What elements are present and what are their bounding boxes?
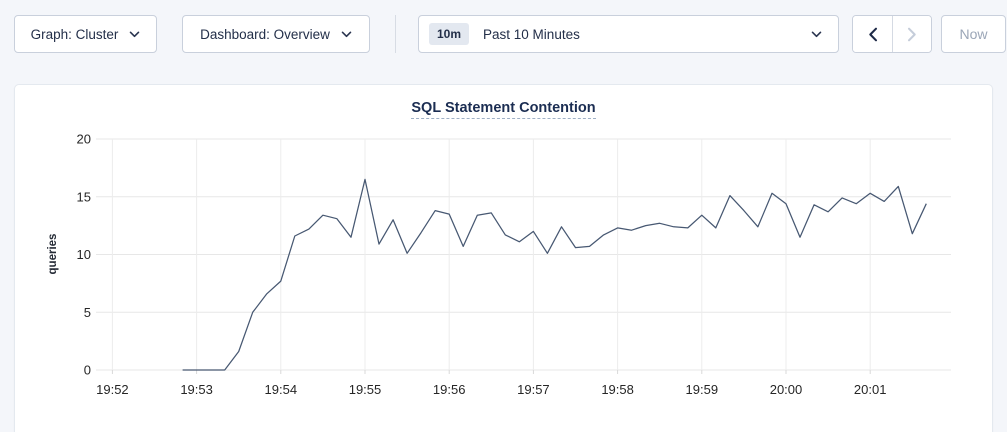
time-range-selector[interactable]: 10m Past 10 Minutes xyxy=(418,15,839,53)
dashboard-dropdown[interactable]: Dashboard: Overview xyxy=(182,15,370,53)
y-tick-label: 5 xyxy=(84,305,91,320)
graph-dropdown[interactable]: Graph: Cluster xyxy=(14,15,157,53)
x-tick-label: 19:53 xyxy=(180,382,213,397)
x-tick-label: 19:59 xyxy=(686,382,719,397)
chart-title-row: SQL Statement Contention xyxy=(15,85,992,119)
chevron-down-icon xyxy=(341,31,352,38)
toolbar-divider xyxy=(395,15,396,53)
time-nav-group xyxy=(852,15,932,53)
x-tick-label: 19:54 xyxy=(265,382,298,397)
x-tick-label: 20:01 xyxy=(854,382,887,397)
sql-contention-chart[interactable]: 0 5 10 15 20 19:52 19:53 19:54 19:55 19:56 19:57 19… xyxy=(15,85,994,432)
now-button[interactable]: Now xyxy=(941,15,1006,53)
x-tick-label: 19:58 xyxy=(601,382,634,397)
chevron-down-icon xyxy=(129,31,140,38)
y-tick-label: 15 xyxy=(77,189,91,204)
time-range-label: Past 10 Minutes xyxy=(483,27,811,42)
chart-title[interactable]: SQL Statement Contention xyxy=(411,100,595,119)
x-tick-label: 19:52 xyxy=(96,382,129,397)
y-tick-label: 0 xyxy=(84,363,91,378)
chevron-left-icon xyxy=(868,27,878,42)
graph-dropdown-label: Graph: Cluster xyxy=(31,27,119,42)
x-tick-label: 19:55 xyxy=(349,382,382,397)
x-tick-label: 19:56 xyxy=(433,382,466,397)
time-prev-button[interactable] xyxy=(853,16,892,52)
series-line-queries xyxy=(183,179,927,370)
time-range-badge: 10m xyxy=(429,23,469,45)
x-tick-label: 19:57 xyxy=(517,382,550,397)
toolbar: Graph: Cluster Dashboard: Overview 10m P… xyxy=(0,0,1007,53)
y-tick-label: 10 xyxy=(77,247,91,262)
chart-panel: SQL Statement Contention 0 5 10 15 20 19:52 19… xyxy=(14,84,993,432)
chevron-down-icon xyxy=(811,31,822,38)
time-next-button[interactable] xyxy=(892,16,931,52)
dashboard-dropdown-label: Dashboard: Overview xyxy=(200,27,330,42)
x-tick-label: 20:00 xyxy=(770,382,803,397)
y-tick-label: 20 xyxy=(77,132,91,147)
y-axis-label: queries xyxy=(47,234,59,275)
chevron-right-icon xyxy=(907,27,917,42)
